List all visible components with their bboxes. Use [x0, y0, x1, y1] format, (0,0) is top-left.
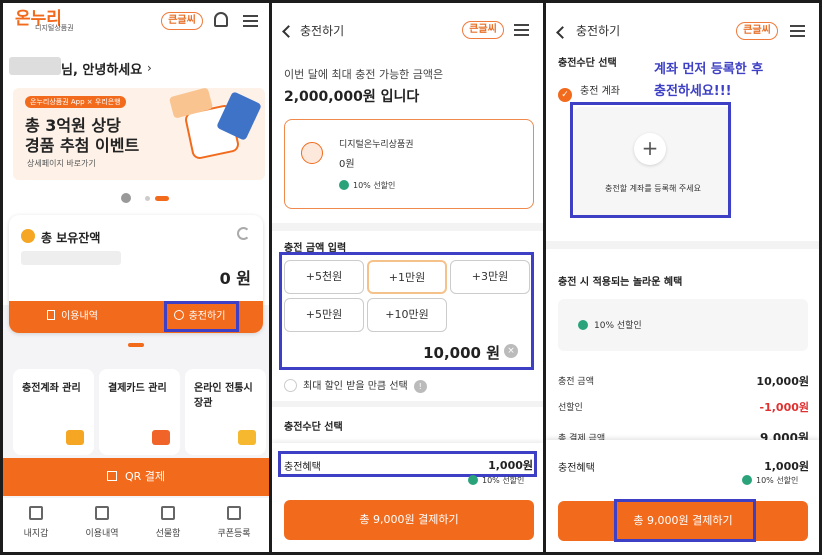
max-discount-checkbox[interactable]: 최대 할인 받을 만큼 선택! [284, 377, 427, 393]
percent-icon [468, 475, 478, 485]
gift-icon [161, 506, 175, 520]
tab-wallet-label: 내지갑 [23, 529, 49, 539]
banner-headline-2: 경품 추첨 이벤트 [25, 136, 140, 155]
benefit-heading: 충전 시 적용되는 놀라운 혜택 [558, 277, 683, 288]
bell-icon[interactable] [214, 12, 228, 27]
quick-card-manage[interactable]: 결제카드 관리 [99, 369, 180, 455]
discount-value: -1,000원 [759, 401, 809, 414]
discount-badge-bottom: 10% 선할인 [468, 475, 524, 486]
tab-gift[interactable]: 선물함 [135, 498, 201, 539]
event-banner[interactable]: 온누리상품권 App × 우리은행 총 3억원 상당 경품 추첨 이벤트 상세페… [13, 88, 265, 180]
document-icon [47, 310, 56, 320]
back-arrow-icon[interactable] [282, 25, 295, 38]
greeting-text: 님, 안녕하세요 [61, 63, 143, 78]
check-circle-icon: ✓ [558, 88, 572, 102]
tab-gift-label: 선물함 [155, 529, 181, 539]
coin-icon [21, 229, 35, 243]
banner-tag: 온누리상품권 App × 우리은행 [25, 96, 126, 108]
charge-screen-method: 충전하기 큰글씨 충전수단 선택 ✓ 충전 계좌 계좌 먼저 등록한 후 충전하세… [546, 3, 819, 552]
banner-link[interactable]: 상세페이지 바로가기 [27, 158, 96, 169]
shopping-bag-icon [238, 430, 256, 445]
discount-badge: 10% 선할인 [339, 180, 395, 191]
limit-amount: 2,000,000원 입니다 [284, 89, 420, 105]
card-balance: 0원 [339, 159, 355, 170]
account-radio[interactable]: ✓ 충전 계좌 [558, 82, 620, 102]
highlight-register-account [570, 102, 731, 218]
info-icon[interactable]: ! [413, 380, 427, 393]
benefit-box: 10% 선할인 [558, 299, 808, 351]
charge-screen-amount: 충전하기 큰글씨 이번 달에 최대 충전 가능한 금액은 2,000,000원 … [272, 3, 543, 552]
chevron-right-icon[interactable]: › [147, 61, 152, 75]
account-label: 충전 계좌 [580, 86, 620, 97]
big-text-button[interactable]: 큰글씨 [736, 22, 778, 40]
method-heading: 충전수단 선택 [284, 422, 343, 433]
highlight-charge-button [164, 301, 239, 332]
document-tab-icon [95, 506, 109, 520]
qr-label: QR 결제 [124, 470, 166, 483]
max-discount-label: 최대 할인 받을 만큼 선택 [303, 381, 408, 392]
qr-pay-button[interactable]: QR 결제 [3, 458, 269, 496]
quick-online-market[interactable]: 온라인 전통시장관 [185, 369, 266, 455]
voucher-card[interactable]: 디지털온누리상품권 0원 10% 선할인 [284, 119, 534, 209]
annotation-text-1: 계좌 먼저 등록한 후 [654, 62, 764, 77]
big-text-button[interactable]: 큰글씨 [462, 21, 504, 39]
history-label: 이용내역 [61, 311, 98, 322]
menu-icon[interactable] [790, 22, 805, 40]
highlight-amount-input [279, 252, 534, 370]
charge-amount-label: 충전 금액 [558, 377, 594, 387]
wallet-icon [152, 430, 170, 445]
quick-market-label: 온라인 전통시장관 [194, 383, 253, 409]
annotation-text-2: 충전하세요!!! [654, 84, 732, 99]
tab-coupon-label: 쿠폰등록 [217, 529, 251, 539]
menu-icon[interactable] [243, 12, 258, 30]
benefit-value: 1,000원 [764, 460, 809, 473]
quick-account-label: 충전계좌 관리 [22, 383, 81, 394]
big-text-button[interactable]: 큰글씨 [161, 12, 203, 30]
logo-subtitle: 디지털상품권 [35, 24, 74, 32]
check-icon [284, 379, 297, 392]
tab-history[interactable]: 이용내역 [69, 498, 135, 539]
pay-button[interactable]: 총 9,000원 결제하기 [284, 500, 534, 540]
percent-icon [578, 320, 588, 330]
balance-title: 총 보유잔액 [41, 231, 101, 245]
onnuri-logo-icon [301, 142, 323, 164]
page-title: 충전하기 [300, 24, 345, 38]
app-logo: 온누리 디지털상품권 [15, 9, 74, 32]
charge-amount-value: 10,000원 [756, 375, 809, 388]
tab-wallet[interactable]: 내지갑 [3, 498, 69, 539]
discount-label: 선할인 [558, 403, 583, 413]
discount-badge-bottom: 10% 선할인 [742, 475, 798, 486]
limit-text: 이번 달에 최대 충전 가능한 금액은 [284, 68, 444, 81]
carousel-indicator [155, 196, 169, 201]
quick-card-label: 결제카드 관리 [108, 383, 167, 394]
page-title: 충전하기 [576, 24, 621, 38]
menu-icon[interactable] [514, 21, 529, 39]
folder-icon [66, 430, 84, 445]
tab-coupon[interactable]: 쿠폰등록 [201, 498, 267, 539]
benefit-badge-label: 10% 선할인 [594, 321, 642, 331]
quick-account-manage[interactable]: 충전계좌 관리 [13, 369, 94, 455]
card-name: 디지털온누리상품권 [339, 140, 414, 150]
percent-icon [742, 475, 752, 485]
balance-value: 0 원 [219, 269, 251, 288]
refresh-icon[interactable] [237, 227, 250, 240]
percent-icon [339, 180, 349, 190]
highlight-pay-button [614, 499, 756, 542]
benefit-label: 충전혜택 [558, 463, 595, 474]
highlight-benefit-row [278, 451, 537, 477]
tab-history-label: 이용내역 [85, 529, 119, 539]
home-screen: 온누리 디지털상품권 큰글씨 님, 안녕하세요 › 온누리상품권 App × 우… [3, 3, 269, 552]
coupon-icon [227, 506, 241, 520]
qr-icon [106, 471, 117, 481]
wallet-tab-icon [29, 506, 43, 520]
user-name-masked [9, 57, 61, 75]
play-icon[interactable] [121, 193, 131, 203]
history-button[interactable]: 이용내역 [9, 301, 136, 333]
method-heading: 충전수단 선택 [558, 58, 617, 69]
bottom-tab-bar: 내지갑 이용내역 선물함 쿠폰등록 [3, 498, 269, 552]
back-arrow-icon[interactable] [556, 26, 569, 39]
